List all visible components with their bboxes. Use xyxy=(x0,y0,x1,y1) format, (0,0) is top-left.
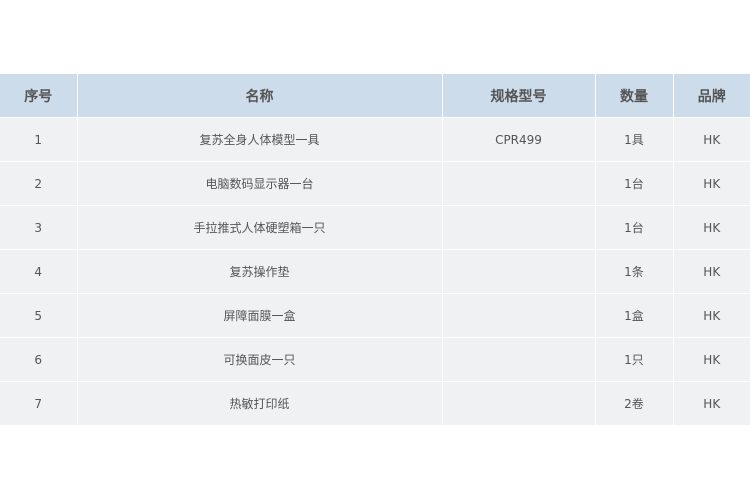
cell-brand: HK xyxy=(673,381,750,425)
cell-index: 7 xyxy=(0,381,78,425)
table-row: 7 热敏打印纸 2卷 HK xyxy=(0,381,750,425)
cell-brand: HK xyxy=(673,249,750,294)
cell-brand: HK xyxy=(673,117,750,162)
cell-model xyxy=(442,249,596,294)
table-row: 4 复苏操作垫 1条 HK xyxy=(0,249,750,294)
cell-model xyxy=(442,205,596,250)
cell-quantity: 2卷 xyxy=(595,381,674,425)
cell-name: 复苏全身人体模型一具 xyxy=(77,117,443,162)
header-name: 名称 xyxy=(77,74,443,118)
cell-brand: HK xyxy=(673,205,750,250)
cell-name: 手拉推式人体硬塑箱一只 xyxy=(77,205,443,250)
cell-quantity: 1具 xyxy=(595,117,674,162)
cell-quantity: 1台 xyxy=(595,205,674,250)
equipment-list: 序号 名称 规格型号 数量 品牌 1 复苏全身人体模型一具 CPR499 1具 … xyxy=(0,74,750,425)
cell-index: 6 xyxy=(0,337,78,382)
cell-brand: HK xyxy=(673,161,750,206)
cell-name: 热敏打印纸 xyxy=(77,381,443,425)
cell-name: 复苏操作垫 xyxy=(77,249,443,294)
equipment-table: 序号 名称 规格型号 数量 品牌 1 复苏全身人体模型一具 CPR499 1具 … xyxy=(0,74,750,425)
cell-brand: HK xyxy=(673,337,750,382)
header-brand: 品牌 xyxy=(673,74,750,118)
table-row: 2 电脑数码显示器一台 1台 HK xyxy=(0,161,750,206)
cell-quantity: 1条 xyxy=(595,249,674,294)
table-row: 6 可换面皮一只 1只 HK xyxy=(0,337,750,382)
cell-index: 1 xyxy=(0,117,78,162)
cell-model xyxy=(442,381,596,425)
cell-model xyxy=(442,161,596,206)
cell-name: 电脑数码显示器一台 xyxy=(77,161,443,206)
table-row: 1 复苏全身人体模型一具 CPR499 1具 HK xyxy=(0,117,750,162)
cell-index: 5 xyxy=(0,293,78,338)
cell-model: CPR499 xyxy=(442,117,596,162)
cell-index: 2 xyxy=(0,161,78,206)
table-row: 3 手拉推式人体硬塑箱一只 1台 HK xyxy=(0,205,750,250)
cell-quantity: 1台 xyxy=(595,161,674,206)
cell-index: 4 xyxy=(0,249,78,294)
cell-name: 屏障面膜一盒 xyxy=(77,293,443,338)
cell-name: 可换面皮一只 xyxy=(77,337,443,382)
cell-model xyxy=(442,293,596,338)
cell-index: 3 xyxy=(0,205,78,250)
table-header-row: 序号 名称 规格型号 数量 品牌 xyxy=(0,74,750,118)
table-row: 5 屏障面膜一盒 1盒 HK xyxy=(0,293,750,338)
cell-quantity: 1盒 xyxy=(595,293,674,338)
cell-brand: HK xyxy=(673,293,750,338)
header-index: 序号 xyxy=(0,74,78,118)
cell-model xyxy=(442,337,596,382)
cell-quantity: 1只 xyxy=(595,337,674,382)
header-model: 规格型号 xyxy=(442,74,596,118)
header-quantity: 数量 xyxy=(595,74,674,118)
